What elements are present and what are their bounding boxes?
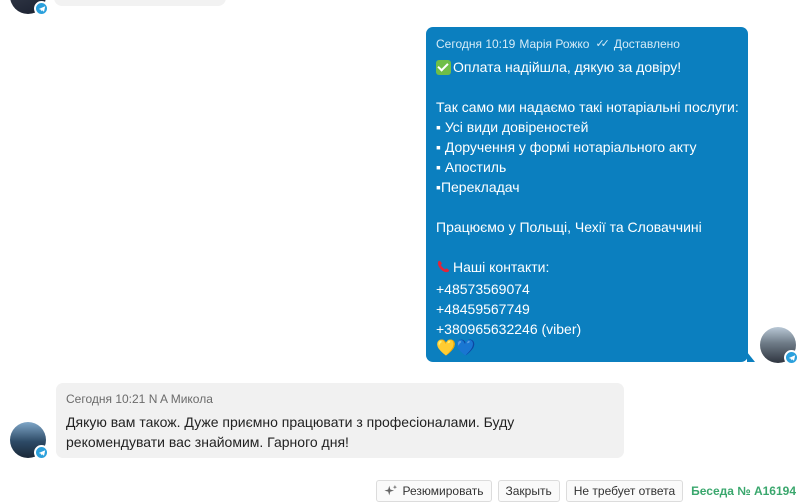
summarize-button[interactable]: Резюмировать (375, 480, 492, 502)
telegram-icon (784, 350, 799, 365)
delivered-check-icon: ✓✓ (595, 38, 610, 50)
contact-avatar[interactable] (10, 422, 49, 460)
sparkles-icon (383, 484, 397, 496)
contact-avatar-top[interactable] (10, 0, 49, 16)
yellow-heart-emoji-icon: 💛 (436, 340, 456, 357)
hearts-emoji-line: 💛💙 (436, 339, 738, 359)
message-line (436, 237, 738, 257)
message-author: N A Микола (148, 392, 213, 406)
blue-heart-emoji-icon: 💙 (455, 340, 476, 357)
message-date: Сегодня 10:21 (66, 392, 146, 406)
message-author: Марія Рожко (519, 37, 590, 51)
summarize-label: Резюмировать (402, 484, 484, 498)
outgoing-message-bubble: Сегодня 10:19 Марія Рожко ✓✓ Доставлено … (426, 27, 755, 362)
message-text: Дякую вам також. Дуже приємно працювати … (66, 414, 515, 450)
message-line: Так само ми надаємо такі нотаріальні пос… (436, 99, 739, 115)
message-line: Оплата надійшла, дякую за довіру! (436, 57, 738, 77)
close-conversation-button[interactable]: Закрыть (497, 480, 560, 502)
check-mark-emoji-icon (436, 60, 451, 75)
no-reply-needed-button[interactable]: Не требует ответа (565, 480, 684, 502)
message-line: ▪ Апостиль (436, 159, 507, 175)
message-meta: Сегодня 10:19 Марія Рожко ✓✓ Доставлено (436, 37, 738, 51)
message-date: Сегодня 10:19 (436, 37, 516, 51)
message-line: Наші контакти: (436, 257, 738, 279)
contact-phone: +48459567749 (436, 301, 530, 317)
message-meta: Сегодня 10:21 N A Микола (66, 392, 614, 406)
close-label: Закрыть (505, 484, 552, 498)
incoming-message-bubble: Сегодня 10:21 N A Микола Дякую вам також… (56, 383, 624, 458)
no-reply-label: Не требует ответа (573, 484, 676, 498)
contact-phone: +380965632246 (viber) (436, 321, 582, 337)
previous-message-bubble (54, 0, 226, 6)
message-line (436, 197, 738, 217)
telegram-icon (34, 445, 49, 460)
contact-phone: +48573569074 (436, 281, 530, 297)
message-status: Доставлено (613, 37, 680, 51)
telegram-icon (34, 1, 49, 16)
message-body: Оплата надійшла, дякую за довіру! Так са… (436, 57, 739, 359)
operator-avatar[interactable] (760, 327, 799, 365)
conversation-id: Беседа № A16194 (691, 484, 796, 498)
message-line (436, 77, 738, 97)
conversation-toolbar: Резюмировать Закрыть Не требует ответа Б… (375, 479, 796, 503)
message-line: ▪Перекладач (436, 179, 520, 195)
telephone-receiver-emoji-icon (436, 259, 451, 279)
message-line: ▪ Доручення у формі нотаріального акту (436, 139, 697, 155)
message-line: ▪ Усі види довіреностей (436, 119, 589, 135)
message-line: Працюємо у Польщі, Чехії та Словаччині (436, 219, 702, 235)
